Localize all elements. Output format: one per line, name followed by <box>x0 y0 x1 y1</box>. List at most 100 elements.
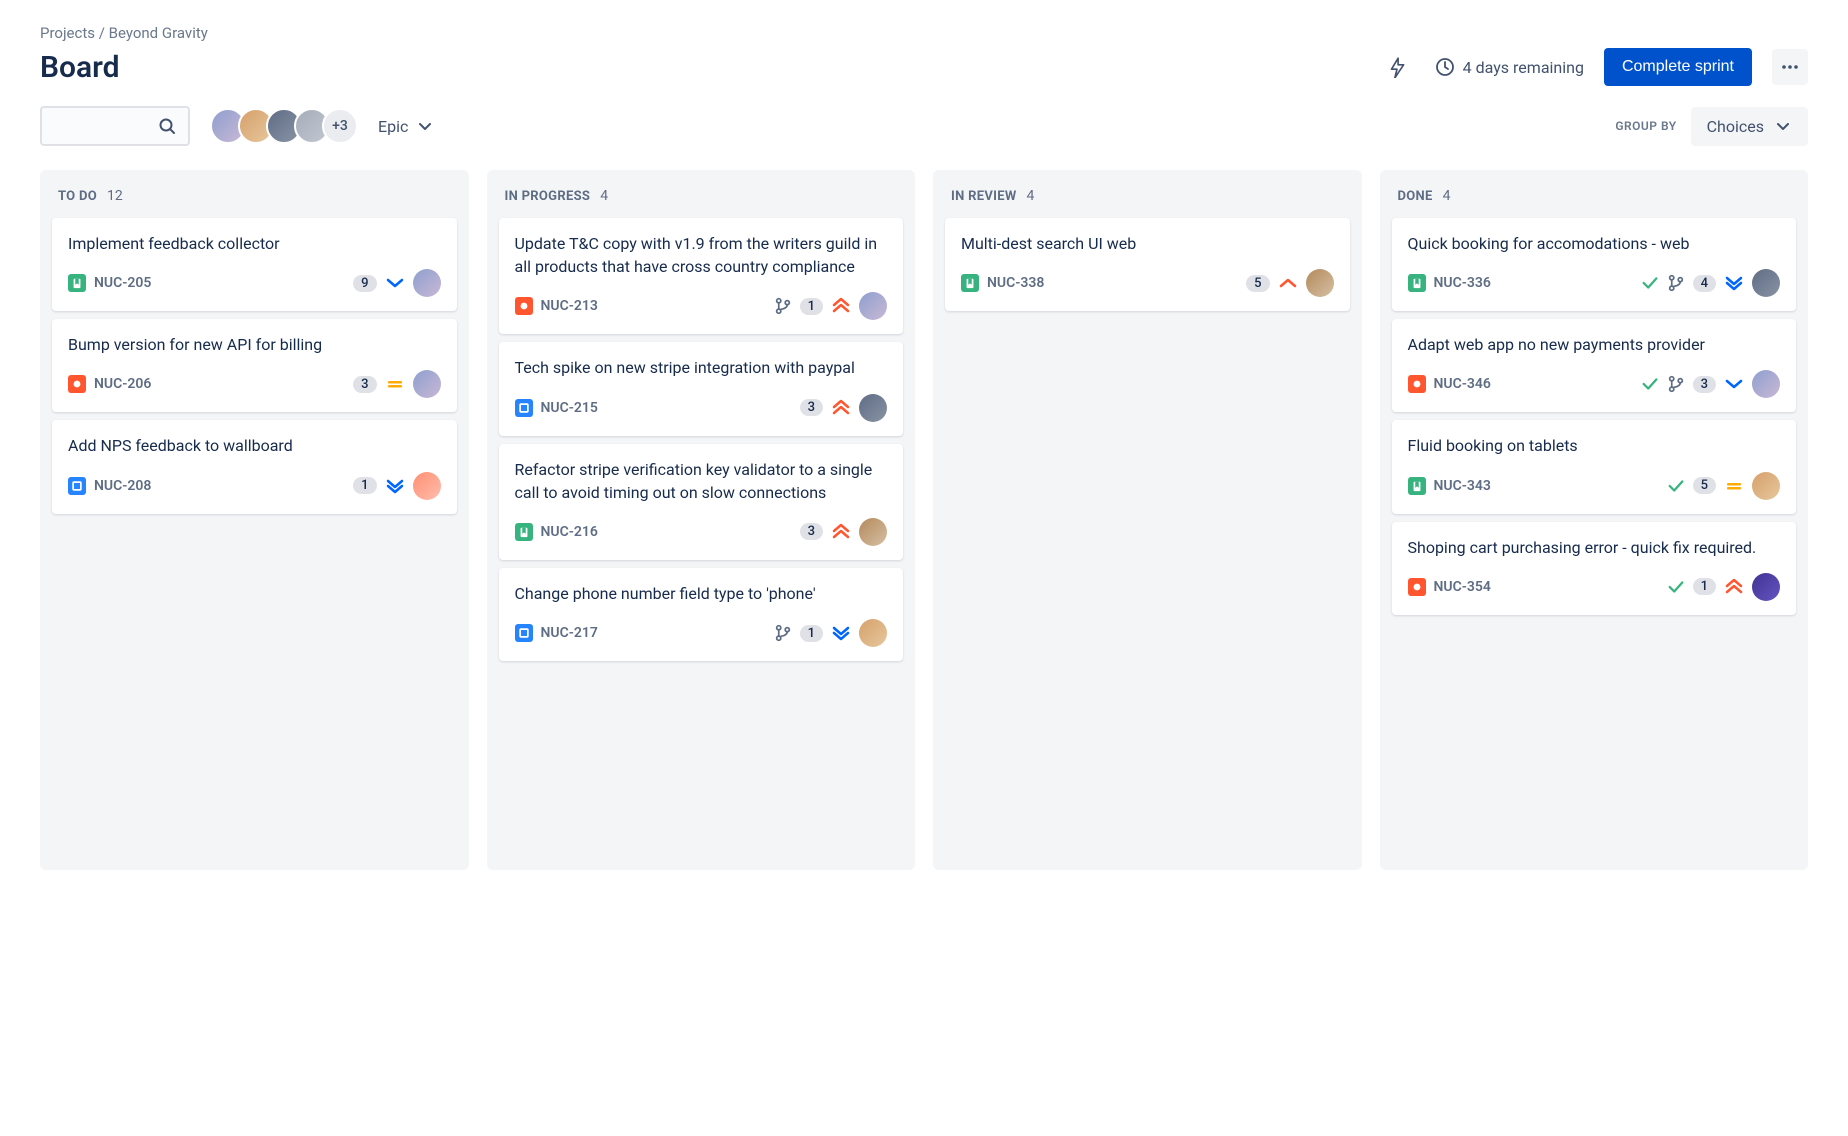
priority-lowest-icon <box>831 623 851 643</box>
search-input[interactable] <box>40 106 190 146</box>
task-type-icon <box>515 399 533 417</box>
column-done: DONE4Quick booking for accomodations - w… <box>1380 170 1809 870</box>
story-points: 3 <box>1693 376 1716 393</box>
column-title: IN REVIEW <box>951 189 1017 204</box>
bug-type-icon <box>515 297 533 315</box>
avatar-more[interactable]: +3 <box>322 108 358 144</box>
breadcrumb-project[interactable]: Beyond Gravity <box>109 24 208 42</box>
priority-highest-icon <box>1724 577 1744 597</box>
done-check-icon <box>1667 578 1685 596</box>
issue-key: NUC-206 <box>94 376 151 392</box>
branch-icon <box>774 297 792 315</box>
card-title: Refactor stripe verification key validat… <box>515 458 888 504</box>
card-title: Change phone number field type to 'phone… <box>515 582 888 605</box>
group-by-select[interactable]: Choices <box>1691 107 1808 146</box>
assignee-avatar[interactable] <box>859 619 887 647</box>
card[interactable]: Add NPS feedback to wallboard NUC-208 1 <box>52 420 457 513</box>
branch-icon <box>1667 375 1685 393</box>
complete-sprint-button[interactable]: Complete sprint <box>1604 48 1752 86</box>
assignee-avatar[interactable] <box>413 370 441 398</box>
card-title: Shoping cart purchasing error - quick fi… <box>1408 536 1781 559</box>
card[interactable]: Multi-dest search UI web NUC-338 5 <box>945 218 1350 311</box>
column-title: DONE <box>1398 189 1433 204</box>
priority-mediumhigh-icon <box>1278 273 1298 293</box>
card[interactable]: Refactor stripe verification key validat… <box>499 444 904 560</box>
story-type-icon <box>1408 274 1426 292</box>
story-type-icon <box>515 523 533 541</box>
card[interactable]: Tech spike on new stripe integration wit… <box>499 342 904 435</box>
issue-key: NUC-336 <box>1434 275 1491 291</box>
epic-filter[interactable]: Epic <box>378 117 434 136</box>
priority-medium-icon <box>1724 476 1744 496</box>
column-inreview: IN REVIEW 4 Multi-dest search UI web NUC-33… <box>933 170 1362 870</box>
story-type-icon <box>961 274 979 292</box>
card-title: Adapt web app no new payments provider <box>1408 333 1781 356</box>
column-todo: TO DO 12 Implement feedback collector NUC-2… <box>40 170 469 870</box>
issue-key: NUC-208 <box>94 478 151 494</box>
issue-key: NUC-205 <box>94 275 151 291</box>
priority-low-icon <box>1724 374 1744 394</box>
card-title: Quick booking for accomodations - web <box>1408 232 1781 255</box>
bug-type-icon <box>1408 375 1426 393</box>
card[interactable]: Fluid booking on tabletsNUC-3435 <box>1392 420 1797 513</box>
story-points: 5 <box>1693 477 1716 494</box>
column-count: 12 <box>107 188 123 204</box>
card-title: Tech spike on new stripe integration wit… <box>515 356 888 379</box>
card-title: Add NPS feedback to wallboard <box>68 434 441 457</box>
clock-icon <box>1435 57 1455 77</box>
story-points: 1 <box>353 477 376 494</box>
card[interactable]: Update T&C copy with v1.9 from the write… <box>499 218 904 334</box>
story-points: 3 <box>800 399 823 416</box>
more-actions-button[interactable] <box>1772 49 1808 85</box>
card[interactable]: Change phone number field type to 'phone… <box>499 568 904 661</box>
issue-key: NUC-338 <box>987 275 1044 291</box>
card-title: Implement feedback collector <box>68 232 441 255</box>
search-icon <box>158 117 176 135</box>
task-type-icon <box>68 477 86 495</box>
breadcrumb-root[interactable]: Projects <box>40 24 95 42</box>
assignee-avatar[interactable] <box>1752 573 1780 601</box>
done-check-icon <box>1641 274 1659 292</box>
automation-icon[interactable] <box>1379 49 1415 85</box>
card[interactable]: Shoping cart purchasing error - quick fi… <box>1392 522 1797 615</box>
task-type-icon <box>515 624 533 642</box>
bug-type-icon <box>68 375 86 393</box>
priority-highest-icon <box>831 296 851 316</box>
card[interactable]: Bump version for new API for billing NUC-… <box>52 319 457 412</box>
story-type-icon <box>68 274 86 292</box>
done-check-icon <box>1667 477 1685 495</box>
column-count: 4 <box>1443 188 1451 204</box>
assignee-filter-avatars: +3 <box>210 108 358 144</box>
column-inprogress: IN PROGRESS4Update T&C copy with v1.9 fr… <box>487 170 916 870</box>
story-points: 1 <box>800 625 823 642</box>
story-points: 5 <box>1246 275 1269 292</box>
story-points: 4 <box>1693 275 1716 292</box>
assignee-avatar[interactable] <box>1752 472 1780 500</box>
assignee-avatar[interactable] <box>1752 269 1780 297</box>
issue-key: NUC-215 <box>541 400 598 416</box>
assignee-avatar[interactable] <box>1752 370 1780 398</box>
card[interactable]: Adapt web app no new payments provider NU… <box>1392 319 1797 412</box>
story-points: 3 <box>353 376 376 393</box>
page-title: Board <box>40 50 120 85</box>
story-points: 1 <box>1693 578 1716 595</box>
column-count: 4 <box>1027 188 1035 204</box>
assignee-avatar[interactable] <box>1306 269 1334 297</box>
column-title: TO DO <box>58 189 97 204</box>
priority-lowest-icon <box>1724 273 1744 293</box>
issue-key: NUC-346 <box>1434 376 1491 392</box>
card-title: Multi-dest search UI web <box>961 232 1334 255</box>
assignee-avatar[interactable] <box>859 518 887 546</box>
priority-medium-icon <box>385 374 405 394</box>
assignee-avatar[interactable] <box>859 292 887 320</box>
card-title: Bump version for new API for billing <box>68 333 441 356</box>
card[interactable]: Implement feedback collectorNUC-2059 <box>52 218 457 311</box>
assignee-avatar[interactable] <box>413 269 441 297</box>
priority-low-icon <box>385 273 405 293</box>
story-points: 1 <box>800 298 823 315</box>
column-title: IN PROGRESS <box>505 189 591 204</box>
assignee-avatar[interactable] <box>859 394 887 422</box>
card-title: Fluid booking on tablets <box>1408 434 1781 457</box>
card[interactable]: Quick booking for accomodations - web NUC… <box>1392 218 1797 311</box>
assignee-avatar[interactable] <box>413 472 441 500</box>
